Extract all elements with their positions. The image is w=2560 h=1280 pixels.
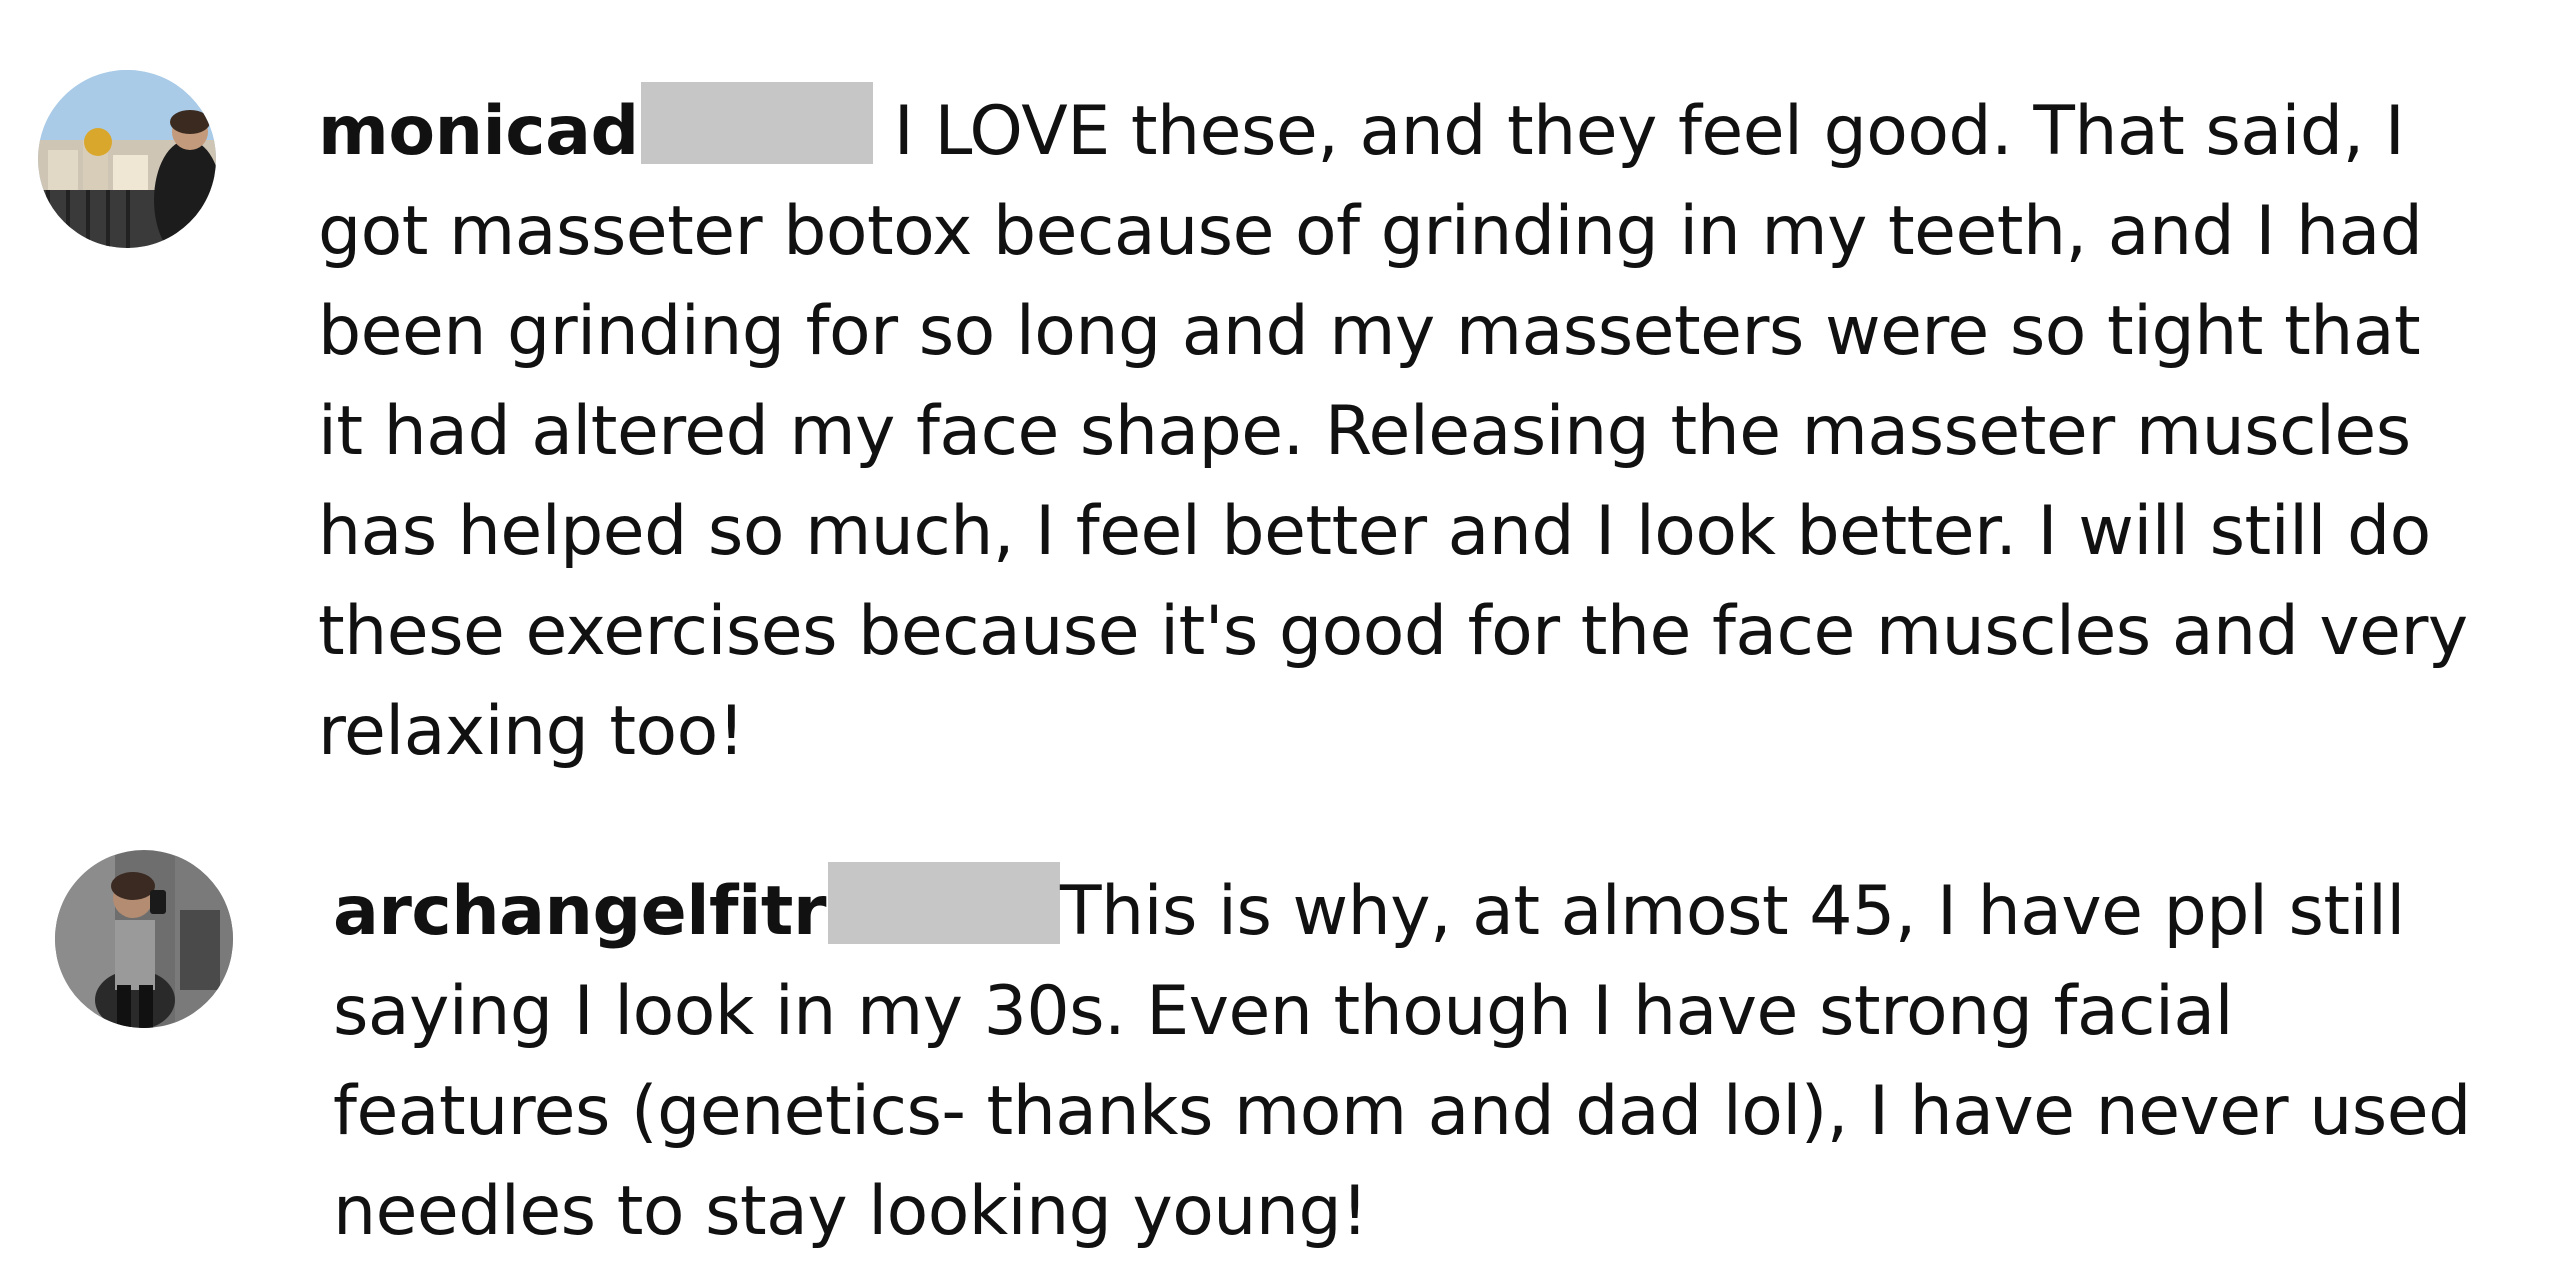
comment-text: has helped so much, I feel better and I … — [318, 492, 2431, 571]
comment-body: archangelfitr This is why, at almost 45, … — [333, 862, 2533, 1262]
comment-line: monicad I LOVE these, and they feel good… — [318, 82, 2538, 182]
comment-text: I LOVE these, and they feel good. That s… — [893, 92, 2405, 171]
comment-text: these exercises because it's good for th… — [318, 592, 2468, 671]
comment-text: features (genetics- thanks mom and dad l… — [333, 1072, 2471, 1151]
comment-text: relaxing too! — [318, 692, 745, 771]
comment-text: needles to stay looking young! — [333, 1172, 1368, 1251]
comment-text: This is why, at almost 45, I have ppl st… — [1059, 872, 2405, 951]
redaction-box — [640, 82, 873, 164]
comment-text: been grinding for so long and my massete… — [318, 292, 2421, 371]
avatar-photo-icon — [55, 850, 233, 1028]
comment-text: saying I look in my 30s. Even though I h… — [333, 972, 2233, 1051]
redaction-box — [827, 862, 1060, 944]
username-link[interactable]: monicad — [318, 92, 639, 171]
avatar[interactable] — [38, 70, 216, 248]
comment-text: it had altered my face shape. Releasing … — [318, 392, 2411, 471]
avatar-photo-icon — [38, 70, 216, 248]
avatar[interactable] — [55, 850, 233, 1028]
comment-body: monicad I LOVE these, and they feel good… — [318, 82, 2538, 782]
comment-text: got masseter botox because of grinding i… — [318, 192, 2423, 271]
comment-line: archangelfitr This is why, at almost 45, … — [333, 862, 2533, 962]
username-link[interactable]: archangelfitr — [333, 872, 826, 951]
